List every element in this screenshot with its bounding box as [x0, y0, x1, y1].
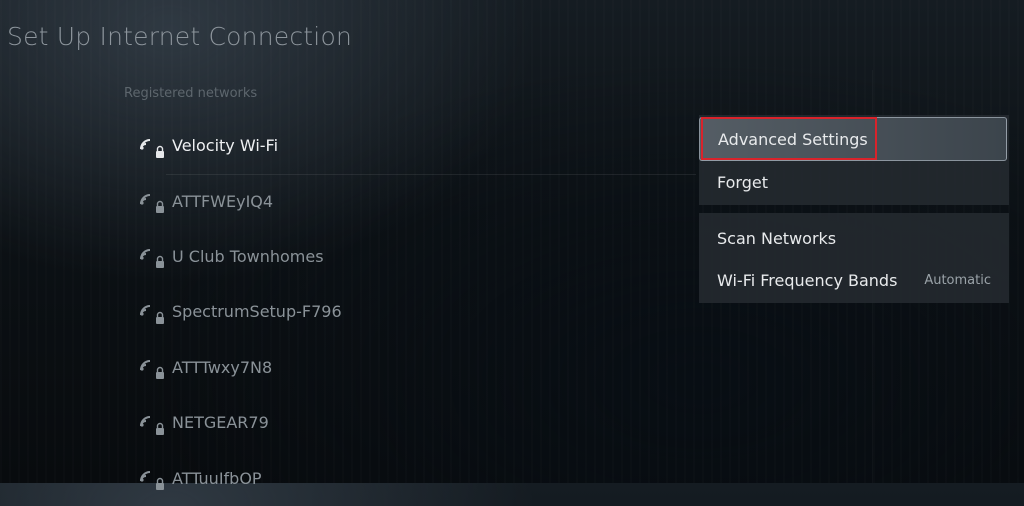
network-name: ATTTwxy7N8	[172, 357, 273, 377]
network-item-netgear79[interactable]: NETGEAR79	[136, 395, 696, 450]
scan-networks-button[interactable]: Scan Networks	[699, 217, 1009, 259]
registered-networks-label: Registered networks	[124, 86, 258, 101]
wifi-signal-icon	[136, 353, 166, 381]
advanced-settings-button[interactable]: Advanced Settings	[699, 117, 1007, 161]
network-name: NETGEAR79	[172, 413, 269, 433]
forget-label: Forget	[717, 172, 768, 192]
network-name: SpectrumSetup-F796	[172, 302, 342, 322]
scan-networks-label: Scan Networks	[717, 228, 837, 248]
network-name: ATTFWEyIQ4	[172, 191, 274, 211]
network-name: Velocity Wi-Fi	[172, 136, 279, 156]
network-name: U Club Townhomes	[172, 246, 324, 266]
wifi-frequency-bands-button[interactable]: Wi-Fi Frequency Bands Automatic	[699, 259, 1009, 301]
network-item-u-club-townhomes[interactable]: U Club Townhomes	[136, 229, 696, 284]
page-title: Set Up Internet Connection	[7, 22, 352, 51]
forget-button[interactable]: Forget	[699, 161, 1009, 203]
wifi-signal-icon	[136, 242, 166, 270]
network-item-attuuifbop[interactable]: ATTuuIfbOP	[136, 450, 696, 505]
advanced-settings-label: Advanced Settings	[718, 129, 868, 149]
network-options-panel: Advanced Settings Forget	[699, 115, 1009, 205]
wifi-signal-icon	[136, 409, 166, 437]
wifi-frequency-bands-value: Automatic	[924, 272, 991, 288]
network-name: ATTuuIfbOP	[172, 468, 262, 488]
network-item-velocity-wifi[interactable]: Velocity Wi-Fi	[136, 118, 696, 176]
network-item-atttwxy7n8[interactable]: ATTTwxy7N8	[136, 340, 696, 395]
wifi-signal-icon	[136, 132, 166, 160]
wifi-signal-icon	[136, 464, 166, 492]
connection-options-panel: Scan Networks Wi-Fi Frequency Bands Auto…	[699, 213, 1009, 303]
network-item-attfweyiq4[interactable]: ATTFWEyIQ4	[136, 173, 696, 228]
network-item-spectrumsetup-f796[interactable]: SpectrumSetup-F796	[136, 284, 696, 339]
wifi-frequency-bands-label: Wi-Fi Frequency Bands	[717, 270, 898, 290]
wifi-signal-icon	[136, 187, 166, 215]
wifi-signal-icon	[136, 298, 166, 326]
network-list: Velocity Wi-Fi ATTFWEyIQ4 U Club Townhom…	[136, 118, 696, 506]
